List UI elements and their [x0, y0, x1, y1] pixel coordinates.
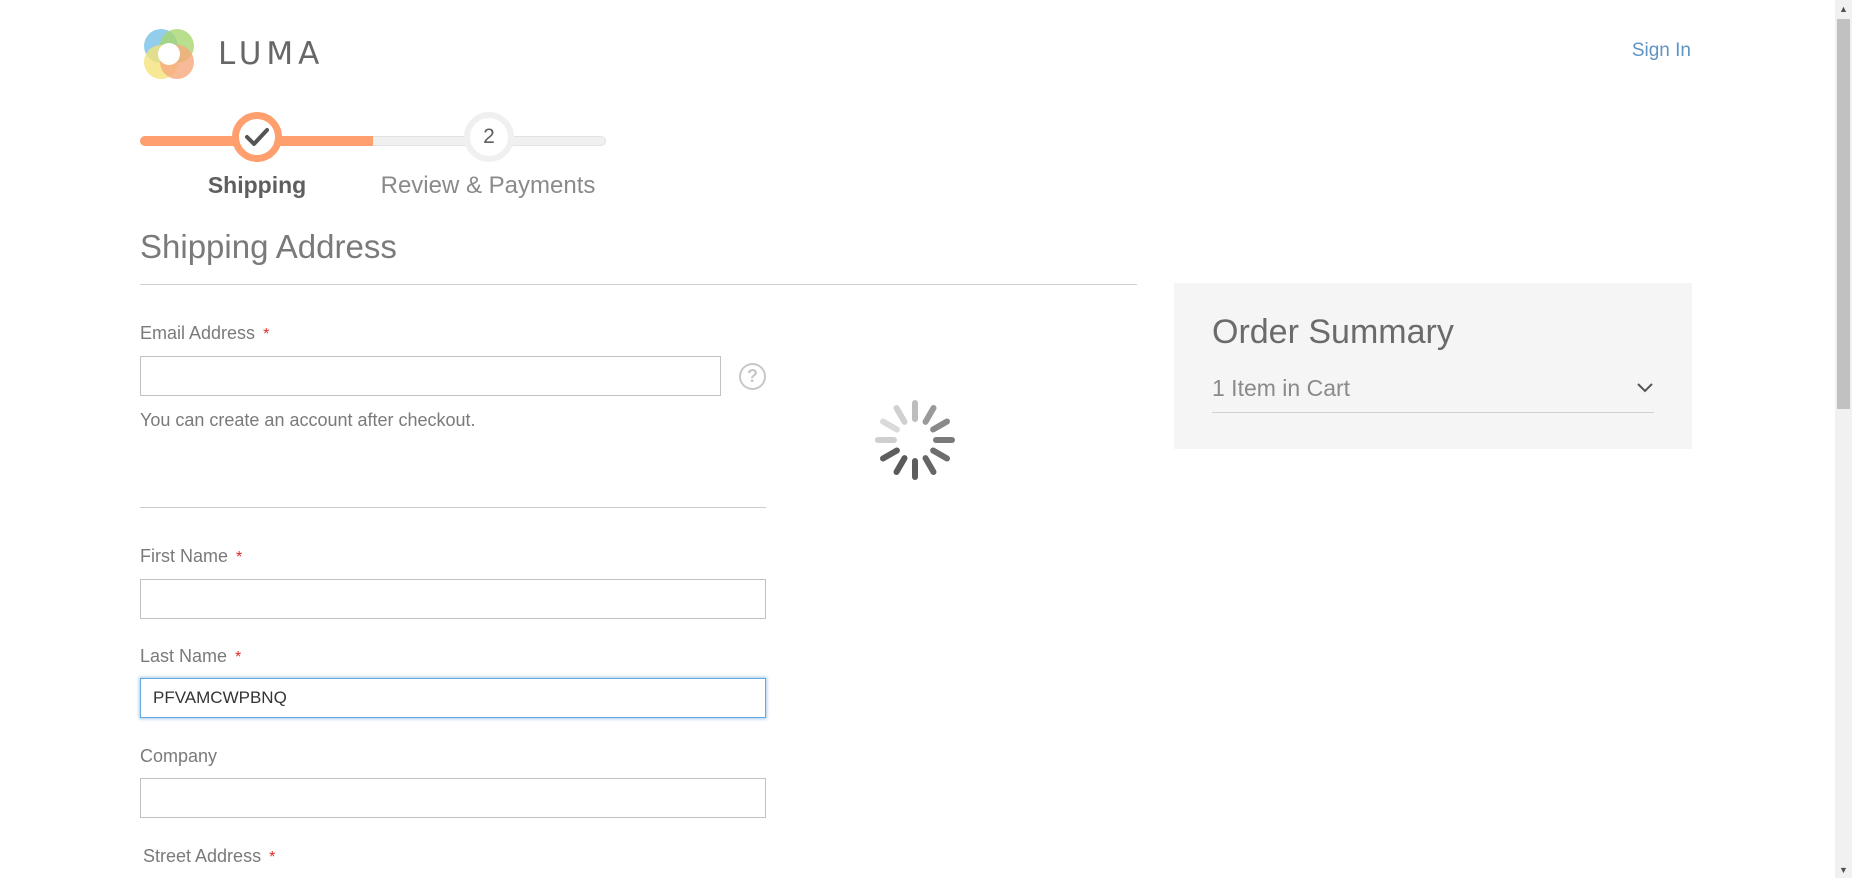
last-name-label: Last Name *	[140, 646, 241, 667]
required-marker: *	[269, 849, 276, 866]
checkout-page: LUMA Sign In 2 Shipping Review & Payment…	[0, 0, 1852, 878]
last-name-label-text: Last Name	[140, 646, 228, 666]
luma-logo[interactable]: LUMA	[140, 26, 324, 82]
scroll-down-icon[interactable]: ▼	[1835, 861, 1852, 878]
company-field[interactable]	[140, 778, 766, 818]
cart-items-count: 1 Item in Cart	[1212, 375, 1351, 401]
question-mark-icon[interactable]: ?	[739, 363, 766, 390]
email-label: Email Address *	[140, 323, 269, 344]
street-address-label-text: Street Address	[143, 846, 262, 866]
brand-name: LUMA	[218, 36, 325, 72]
last-name-field[interactable]	[140, 678, 766, 718]
vertical-scrollbar[interactable]: ▲ ▼	[1835, 0, 1852, 878]
section-divider	[140, 284, 1137, 285]
first-name-label: First Name *	[140, 546, 242, 567]
chevron-down-icon	[1637, 383, 1653, 393]
checkmark-icon	[245, 128, 269, 146]
company-label-text: Company	[140, 746, 218, 766]
required-marker: *	[263, 326, 270, 343]
spinner-icon	[875, 400, 955, 480]
scrollbar-thumb[interactable]	[1837, 19, 1850, 409]
email-field[interactable]	[140, 356, 721, 396]
required-marker: *	[236, 549, 243, 566]
checkout-progress-bar: 2 Shipping Review & Payments	[140, 112, 606, 199]
step-review-indicator: 2	[464, 112, 514, 162]
company-label: Company	[140, 746, 217, 767]
first-name-label-text: First Name	[140, 546, 229, 566]
required-marker: *	[235, 649, 242, 666]
order-summary: Order Summary 1 Item in Cart	[1174, 283, 1692, 449]
step-shipping-label: Shipping	[207, 172, 307, 198]
first-name-field[interactable]	[140, 579, 766, 619]
sign-in-link[interactable]: Sign In	[1632, 40, 1691, 62]
shipping-address-title: Shipping Address	[140, 228, 397, 265]
step-review-label: Review & Payments	[380, 172, 596, 199]
order-summary-title: Order Summary	[1212, 313, 1454, 351]
step-shipping-indicator	[232, 112, 282, 162]
email-hint: You can create an account after checkout…	[140, 410, 476, 430]
luma-logo-icon	[144, 29, 194, 79]
email-label-text: Email Address	[140, 323, 256, 343]
scroll-up-icon[interactable]: ▲	[1835, 0, 1852, 17]
cart-items-toggle[interactable]: 1 Item in Cart	[1212, 375, 1654, 413]
form-divider	[140, 507, 766, 508]
street-address-label: Street Address *	[143, 846, 275, 867]
